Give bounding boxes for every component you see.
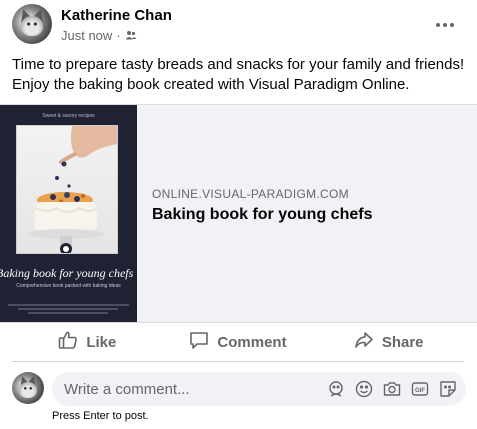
cover-fine-print [18, 308, 118, 310]
post-text: Time to prepare tasty breads and snacks … [12, 55, 472, 95]
press-enter-hint: Press Enter to post. [52, 410, 149, 422]
link-title[interactable]: Baking book for young chefs [152, 206, 372, 224]
comment-placeholder[interactable]: Write a comment... [64, 381, 190, 398]
camera-icon[interactable] [382, 379, 402, 399]
post-timestamp[interactable]: Just now [61, 28, 112, 43]
more-dots-icon [436, 23, 440, 27]
share-label: Share [381, 333, 424, 351]
like-button[interactable]: Like [12, 323, 163, 361]
cover-subtitle: Comprehensive book packed with baking id… [16, 283, 121, 289]
cover-fine-print [28, 312, 108, 314]
avatar-sticker-icon[interactable] [326, 379, 346, 399]
more-options-button[interactable] [433, 13, 457, 37]
commenter-avatar[interactable] [12, 372, 44, 404]
author-avatar[interactable] [12, 4, 52, 44]
cover-fine-print [8, 304, 129, 306]
comment-button[interactable]: Comment [163, 323, 314, 361]
comment-tools: GIF [326, 379, 458, 399]
share-button[interactable]: Share [313, 323, 464, 361]
friends-icon[interactable] [125, 28, 137, 43]
share-arrow-icon [354, 330, 374, 354]
gif-icon[interactable]: GIF [410, 379, 430, 399]
cover-top-label: Sweet & savory recipes [42, 113, 95, 119]
sticker-icon[interactable] [438, 379, 458, 399]
thumbs-up-icon [58, 330, 78, 354]
link-domain: ONLINE.VISUAL-PARADIGM.COM [152, 187, 349, 201]
post-text-line: Enjoy the baking book created with Visua… [12, 76, 410, 93]
cover-title: Baking book for young chefs [0, 266, 134, 280]
post-actions-bar: Like Comment Share [12, 323, 464, 362]
comment-bubble-icon [189, 330, 209, 354]
comment-label: Comment [217, 333, 287, 351]
book-cover-image[interactable]: Sweet & savory recipes Baking book for y… [0, 105, 137, 322]
emoji-icon[interactable] [354, 379, 374, 399]
comment-input[interactable]: Write a comment... GIF [52, 372, 466, 406]
svg-text:GIF: GIF [415, 388, 425, 394]
post-meta: Just now · [61, 28, 137, 43]
link-preview-card[interactable]: Sweet & savory recipes Baking book for y… [0, 104, 477, 323]
like-label: Like [86, 333, 117, 351]
author-name[interactable]: Katherine Chan [61, 7, 172, 24]
cake-photo [16, 125, 118, 254]
post-text-line: Time to prepare tasty breads and snacks … [12, 56, 465, 73]
